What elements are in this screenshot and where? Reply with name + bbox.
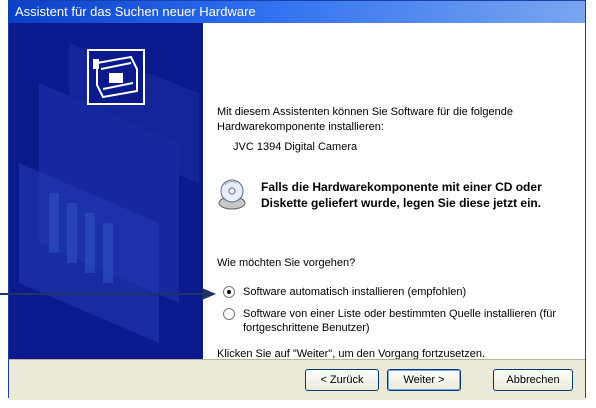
cancel-button[interactable]: Abbrechen (493, 369, 573, 391)
button-bar: < Zurück Weiter > Abbrechen (9, 359, 585, 400)
option-automatic-label[interactable]: Software automatisch installieren (empfo… (243, 285, 573, 299)
next-button[interactable]: Weiter > (387, 369, 461, 391)
radio-manual[interactable] (223, 308, 235, 320)
intro-text: Mit diesem Assistenten können Sie Softwa… (217, 106, 513, 133)
option-manual-label[interactable]: Software von einer Liste oder bestimmten… (243, 307, 573, 335)
wizard-side-panel (9, 23, 203, 359)
wizard-window: Assistent für das Suchen neuer Hardware … (8, 0, 586, 400)
window-title: Assistent für das Suchen neuer Hardware (9, 1, 585, 23)
question-text: Wie möchten Sie vorgehen? (217, 257, 356, 269)
option-automatic[interactable]: Software automatisch installieren (empfo… (223, 285, 573, 299)
cd-hint-text: Falls die Hardwarekomponente mit einer C… (261, 180, 542, 210)
option-manual[interactable]: Software von einer Liste oder bestimmten… (223, 307, 573, 335)
device-name: JVC 1394 Digital Camera (233, 141, 358, 153)
hardware-card-icon (87, 49, 145, 105)
cd-icon (217, 177, 247, 211)
back-button[interactable]: < Zurück (305, 369, 379, 391)
wizard-content: Mit diesem Assistenten können Sie Softwa… (203, 23, 585, 360)
pointer-arrow-icon (0, 288, 216, 300)
radio-automatic[interactable] (223, 286, 235, 298)
